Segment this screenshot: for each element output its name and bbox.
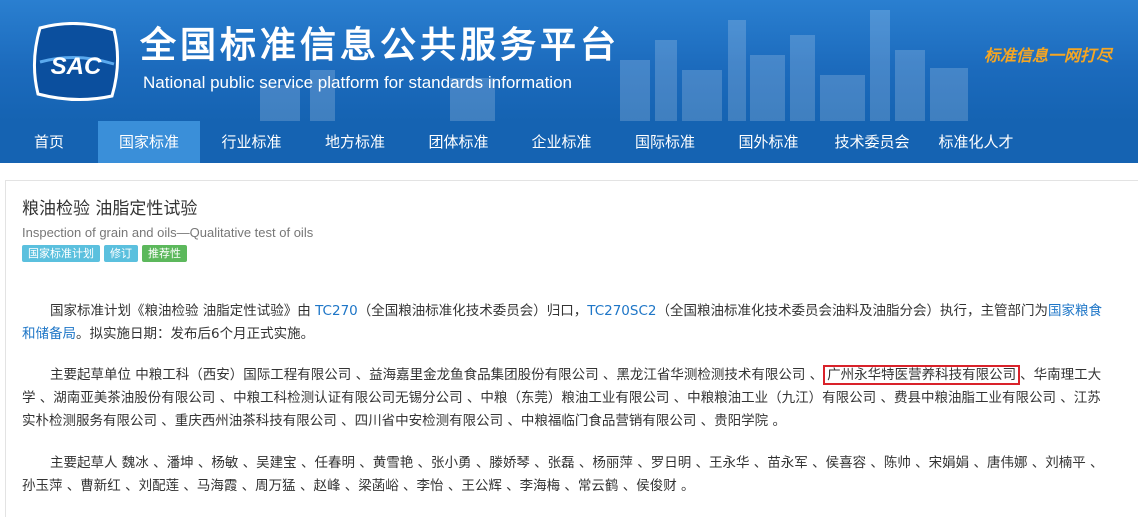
sac-logo-icon: SAC: [32, 21, 120, 102]
tc270sc2-link[interactable]: TC270SC2: [587, 303, 656, 319]
plan-text-a: 国家标准计划《粮油检验 油脂定性试验》由: [50, 303, 316, 319]
nav-national-standards[interactable]: 国家标准: [98, 121, 200, 163]
plan-text-d: 。拟实施日期：发布后6个月正式实施。: [76, 326, 315, 342]
drafters: 主要起草人 魏冰 、潘坤 、杨敏 、吴建宝 、任春明 、黄雪艳 、张小勇 、滕娇…: [22, 455, 1104, 494]
nav-home[interactable]: 首页: [0, 121, 98, 163]
plan-text-c: （全国粮油标准化技术委员会油料及油脂分会）执行，主管部门为: [656, 303, 1048, 319]
badge-recommended: 推荐性: [142, 245, 187, 262]
nav-group-standards[interactable]: 团体标准: [407, 121, 510, 163]
nav-technical-committees[interactable]: 技术委员会: [820, 121, 924, 163]
svg-text:SAC: SAC: [51, 53, 102, 80]
standard-title-en: Inspection of grain and oils—Qualitative…: [22, 225, 314, 240]
site-slogan: 标准信息一网打尽: [984, 46, 1113, 65]
nav-foreign-standards[interactable]: 国外标准: [717, 121, 820, 163]
plan-description: 国家标准计划《粮油检验 油脂定性试验》由 TC270（全国粮油标准化技术委员会）…: [22, 300, 1114, 346]
site-title-en: National public service platform for sta…: [143, 73, 572, 92]
standard-title: 粮油检验 油脂定性试验: [22, 199, 198, 219]
drafting-units: 主要起草单位 中粮工科（西安）国际工程有限公司 、益海嘉里金龙鱼食品集团股份有限…: [22, 364, 1114, 433]
site-banner: SAC 全国标准信息公共服务平台 National public service…: [0, 0, 1138, 121]
badge-revision: 修订: [104, 245, 138, 262]
site-title-cn: 全国标准信息公共服务平台: [140, 25, 621, 66]
nav-international-standards[interactable]: 国际标准: [613, 121, 717, 163]
drafting-units-text-a: 主要起草单位 中粮工科（西安）国际工程有限公司 、益海嘉里金龙鱼食品集团股份有限…: [50, 367, 824, 383]
standard-badges: 国家标准计划 修订 推荐性: [22, 245, 187, 262]
nav-local-standards[interactable]: 地方标准: [303, 121, 407, 163]
highlighted-company: 广州永华特医营养科技有限公司: [823, 365, 1021, 385]
tc270-link[interactable]: TC270: [315, 303, 358, 319]
nav-standardization-talent[interactable]: 标准化人才: [924, 121, 1028, 163]
nav-enterprise-standards[interactable]: 企业标准: [510, 121, 613, 163]
main-nav: 首页 国家标准 行业标准 地方标准 团体标准 企业标准 国际标准 国外标准 技术…: [0, 121, 1138, 163]
plan-text-b: （全国粮油标准化技术委员会）归口，: [357, 303, 588, 319]
badge-plan-type: 国家标准计划: [22, 245, 100, 262]
nav-industry-standards[interactable]: 行业标准: [200, 121, 303, 163]
sac-logo[interactable]: SAC: [30, 21, 122, 102]
